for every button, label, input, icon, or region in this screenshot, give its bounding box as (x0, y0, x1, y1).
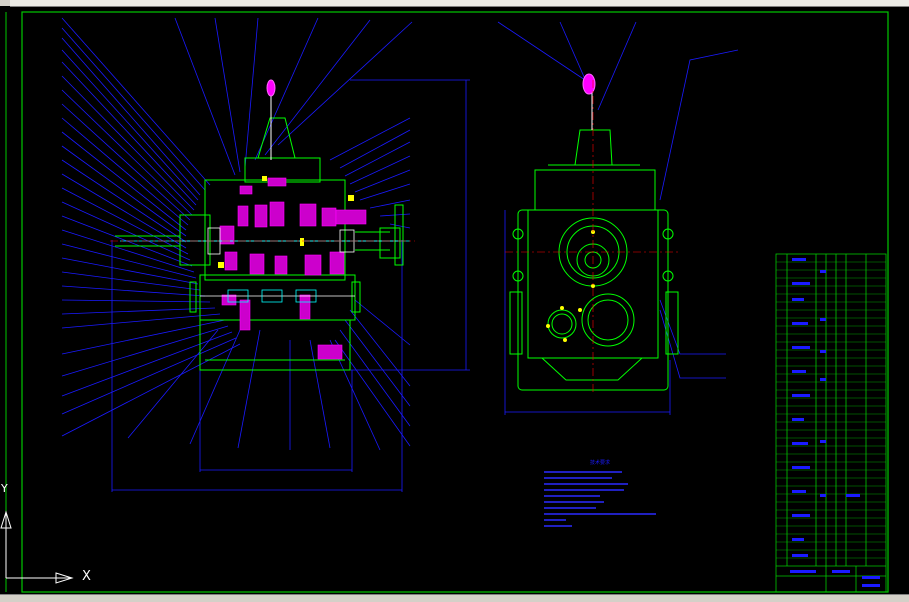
ucs-icon (0, 510, 74, 584)
leader-lines-left (61, 17, 470, 492)
drawing-border (21, 11, 889, 593)
parts-list-text (790, 258, 880, 587)
ucs-x-label: X (82, 569, 91, 584)
parts-list-table (775, 253, 887, 593)
technical-notes: 技术要求 (544, 459, 656, 527)
end-view[interactable] (505, 73, 680, 392)
leader-lines-right (497, 21, 739, 415)
ucs-y-label: Y (1, 482, 8, 495)
notes-title: 技术要求 (590, 459, 610, 466)
drawing-viewport[interactable]: 技术要求 (0, 0, 909, 601)
